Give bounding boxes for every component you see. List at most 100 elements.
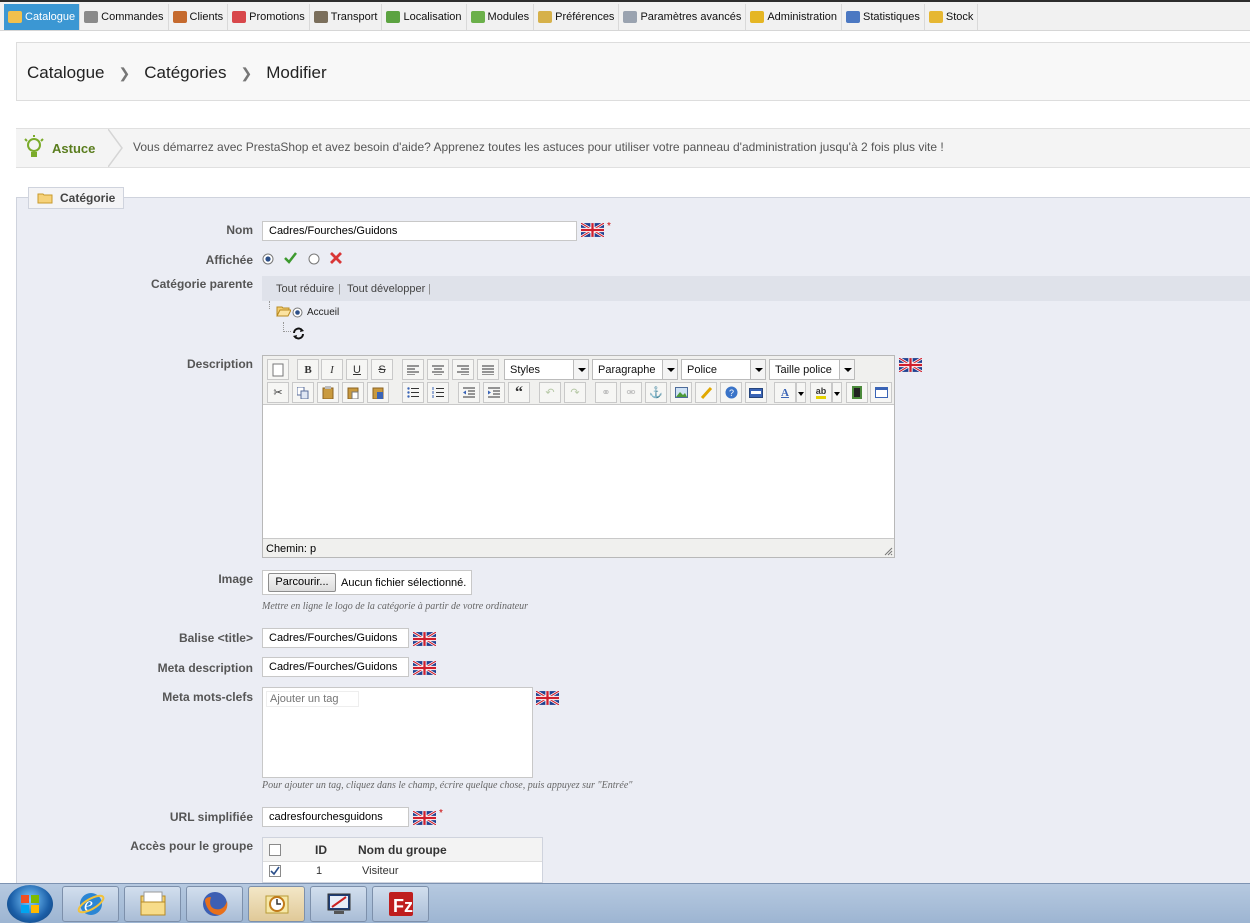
wrench-icon xyxy=(623,11,638,23)
description-editor-area[interactable] xyxy=(263,404,894,539)
font-size-dropdown[interactable]: Taille police xyxy=(769,359,855,380)
required-marker: * xyxy=(439,808,443,819)
unordered-list-icon[interactable] xyxy=(402,382,424,403)
shown-no-radio[interactable] xyxy=(308,253,320,265)
taskbar-internet-explorer[interactable]: e xyxy=(62,886,119,922)
breadcrumb-categories[interactable]: Catégories xyxy=(144,63,226,83)
nav-tab-label: Commandes xyxy=(101,11,164,23)
nav-tab-promotions[interactable]: Promotions xyxy=(228,4,310,30)
help-icon[interactable]: ? xyxy=(720,382,742,403)
italic-icon[interactable]: I xyxy=(321,359,343,380)
taskbar-remote-desktop[interactable] xyxy=(310,886,367,922)
paste-text-icon[interactable] xyxy=(342,382,364,403)
resize-handle-icon[interactable] xyxy=(883,546,893,556)
chevron-right-icon: ❯ xyxy=(240,64,253,81)
breadcrumb-catalogue[interactable]: Catalogue xyxy=(27,63,105,83)
underline-icon[interactable]: U xyxy=(346,359,368,380)
tag-input[interactable] xyxy=(266,691,359,707)
highlight-color-icon[interactable]: ab xyxy=(810,382,832,403)
paragraph-dropdown[interactable]: Paragraphe xyxy=(592,359,678,380)
undo-icon[interactable]: ↶ xyxy=(539,382,561,403)
uk-flag-icon[interactable] xyxy=(899,358,922,372)
align-center-icon[interactable] xyxy=(427,359,449,380)
html-source-icon[interactable] xyxy=(745,382,767,403)
nav-tab-statistiques[interactable]: Statistiques xyxy=(842,4,925,30)
font-dropdown[interactable]: Police xyxy=(681,359,766,380)
anchor-icon[interactable]: ⚓ xyxy=(645,382,667,403)
nav-tab-commandes[interactable]: Commandes xyxy=(80,4,169,30)
media-icon[interactable] xyxy=(846,382,868,403)
new-document-icon[interactable] xyxy=(267,359,289,380)
bold-icon[interactable]: B xyxy=(297,359,319,380)
link-icon[interactable]: ⚭ xyxy=(595,382,617,403)
meta-title-input[interactable] xyxy=(262,628,409,648)
cut-icon[interactable]: ✂ xyxy=(267,382,289,403)
chevron-down-icon[interactable] xyxy=(832,382,842,403)
taskbar-file-explorer[interactable] xyxy=(124,886,181,922)
uk-flag-icon[interactable] xyxy=(581,223,604,237)
nav-tab-modules[interactable]: Modules xyxy=(467,4,535,30)
category-legend: Catégorie xyxy=(28,187,125,209)
table-header: ID Nom du groupe xyxy=(263,838,542,862)
rich-text-editor: B I U S Styles Paragraphe Police Taille … xyxy=(262,355,895,558)
nav-tab-administration[interactable]: Administration xyxy=(746,4,843,30)
indent-icon[interactable] xyxy=(483,382,505,403)
taskbar-outlook[interactable] xyxy=(248,886,305,922)
nav-tab-stock[interactable]: Stock xyxy=(925,4,979,30)
header-id: ID xyxy=(315,843,327,857)
taskbar-filezilla[interactable]: Fz xyxy=(372,886,429,922)
meta-description-input[interactable] xyxy=(262,657,409,677)
box-icon xyxy=(928,11,943,23)
tip-text[interactable]: Vous démarrez avec PrestaShop et avez be… xyxy=(133,140,944,154)
redo-icon[interactable]: ↷ xyxy=(564,382,586,403)
key-icon xyxy=(750,11,765,23)
cleanup-icon[interactable] xyxy=(695,382,717,403)
shown-yes-radio[interactable] xyxy=(262,253,274,265)
required-marker: * xyxy=(607,221,611,232)
nav-tab-catalogue[interactable]: Catalogue xyxy=(4,4,81,30)
taskbar-firefox[interactable] xyxy=(186,886,243,922)
paste-icon[interactable] xyxy=(317,382,339,403)
friendly-url-input[interactable] xyxy=(262,807,409,827)
lightbulb-icon xyxy=(24,135,44,157)
unlink-icon[interactable]: ⚮ xyxy=(620,382,642,403)
uk-flag-icon[interactable] xyxy=(536,691,559,705)
tree-root-radio[interactable] xyxy=(292,307,303,318)
strikethrough-icon[interactable]: S xyxy=(371,359,393,380)
nav-tab-clients[interactable]: Clients xyxy=(169,4,229,30)
tip-label-box: Astuce xyxy=(16,129,108,167)
copy-icon[interactable] xyxy=(292,382,314,403)
chevron-down-icon[interactable] xyxy=(796,382,806,403)
group-checkbox[interactable] xyxy=(269,865,281,877)
nav-tab-localisation[interactable]: Localisation xyxy=(382,4,467,30)
select-all-checkbox[interactable] xyxy=(269,844,281,856)
align-justify-icon[interactable] xyxy=(477,359,499,380)
nav-tab-pr-f-rences[interactable]: Préférences xyxy=(534,4,620,30)
group-name: Visiteur xyxy=(362,865,399,877)
tree-root-label[interactable]: Accueil xyxy=(307,307,339,318)
text-color-icon[interactable]: A xyxy=(774,382,796,403)
image-icon[interactable] xyxy=(670,382,692,403)
refresh-icon[interactable] xyxy=(292,327,305,340)
nav-tab-param-tres-avanc-s[interactable]: Paramètres avancés xyxy=(619,4,747,30)
nav-tab-transport[interactable]: Transport xyxy=(310,4,383,30)
outdent-icon[interactable] xyxy=(458,382,480,403)
blockquote-icon[interactable]: “ xyxy=(508,382,530,403)
start-button[interactable] xyxy=(7,885,53,923)
uk-flag-icon[interactable] xyxy=(413,661,436,675)
styles-dropdown[interactable]: Styles xyxy=(504,359,589,380)
url-label: URL simplifiée xyxy=(169,810,253,824)
fullscreen-icon[interactable] xyxy=(870,382,892,403)
browse-button[interactable]: Parcourir... xyxy=(268,573,336,592)
expand-all-link[interactable]: Tout développer xyxy=(347,283,425,295)
name-input[interactable] xyxy=(262,221,577,241)
ordered-list-icon[interactable] xyxy=(427,382,449,403)
align-left-icon[interactable] xyxy=(402,359,424,380)
uk-flag-icon[interactable] xyxy=(413,632,436,646)
align-right-icon[interactable] xyxy=(452,359,474,380)
paste-word-icon[interactable] xyxy=(367,382,389,403)
meta-keywords-box[interactable] xyxy=(262,687,533,778)
collapse-all-link[interactable]: Tout réduire xyxy=(276,283,334,295)
meta-description-label: Meta description xyxy=(157,661,253,675)
uk-flag-icon[interactable] xyxy=(413,811,436,825)
